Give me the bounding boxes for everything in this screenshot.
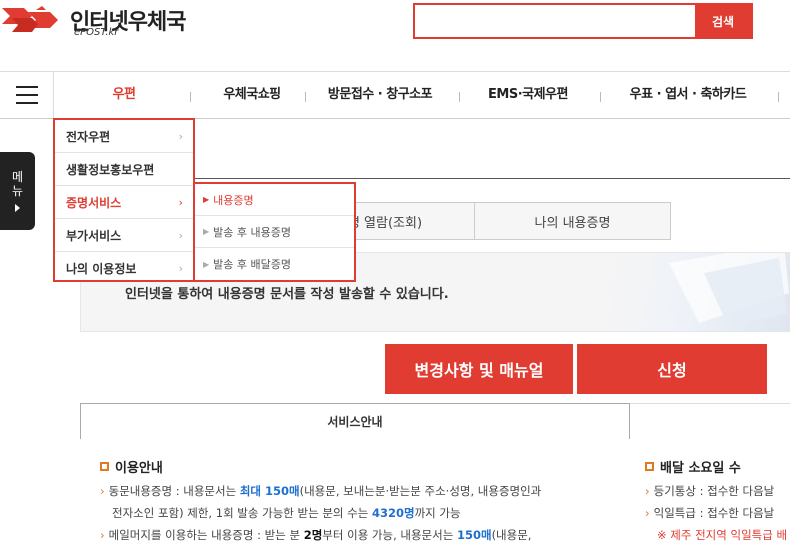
usage-highlight: 4320명 xyxy=(371,506,415,520)
gnb-tab-ems[interactable]: EMS·국제우편 xyxy=(478,72,578,118)
side-menu-label-1: 메 xyxy=(11,170,24,184)
tab-my-certification[interactable]: 나의 내용증명 xyxy=(474,202,671,240)
chevron-right-icon: › xyxy=(100,528,105,542)
submenu-item-label: 발송 후 배달증명 xyxy=(213,258,291,271)
tab-service-info[interactable]: 서비스안내 xyxy=(80,403,630,439)
side-menu-tab[interactable]: 메 뉴 xyxy=(0,152,35,230)
delivery-note: ※ 제주 전지역 익일특급 배 xyxy=(657,528,788,542)
usage-title-row: 이용안내 xyxy=(100,457,630,476)
menu-item-certification-service[interactable]: 증명서비스 › xyxy=(55,186,193,219)
chevron-right-icon: › xyxy=(100,484,105,498)
logo-subtitle: ePOST.kr xyxy=(74,27,119,38)
gnb-divider xyxy=(305,92,306,102)
menu-item-life-info-post[interactable]: 생활정보홍보우편 xyxy=(55,153,193,186)
menu-item-label: 전자우편 xyxy=(66,129,111,144)
dropdown-level1: 전자우편 › 생활정보홍보우편 증명서비스 › 부가서비스 › 나의 이용정보 › xyxy=(53,118,195,282)
usage-text: 동문내용증명 : 내용문서는 xyxy=(108,484,240,498)
banner-text: 인터넷을 통하여 내용증명 문서를 작성 발송할 수 있습니다. xyxy=(125,287,449,302)
side-menu-label-2: 뉴 xyxy=(11,184,24,198)
submenu-item-label: 내용증명 xyxy=(213,193,254,207)
dropdown-level2: ▶ 내용증명 ▶ 발송 후 내용증명 ▶ 발송 후 배달증명 xyxy=(193,182,356,282)
delivery-title-row: 배달 소요일 수 xyxy=(645,457,790,476)
gnb-tab-visit-pickup[interactable]: 방문접수 · 창구소포 xyxy=(320,72,440,118)
menu-item-label: 증명서비스 xyxy=(66,195,122,210)
square-bullet-icon xyxy=(100,462,109,471)
menu-item-my-usage-info[interactable]: 나의 이용정보 › xyxy=(55,252,193,285)
delivery-text: 등기통상 : 접수한 다음날 xyxy=(653,484,775,498)
usage-highlight: 최대 150매 xyxy=(239,484,300,498)
chevron-right-icon: › xyxy=(178,228,183,242)
chevron-right-icon: › xyxy=(178,195,183,209)
gnb-divider xyxy=(600,92,601,102)
delivery-line-2: › 익일특급 : 접수한 다음날 xyxy=(645,504,790,522)
triangle-right-icon: ▶ xyxy=(203,227,210,236)
menu-item-label: 부가서비스 xyxy=(66,228,122,243)
epost-logo-icon[interactable] xyxy=(2,4,64,36)
gnb-tab-post[interactable]: 우편 xyxy=(96,72,152,118)
search-input[interactable] xyxy=(415,5,697,37)
submenu-item-content-certification[interactable]: ▶ 내용증명 xyxy=(195,184,354,216)
delivery-title: 배달 소요일 수 xyxy=(660,461,741,476)
hamburger-menu-icon[interactable] xyxy=(0,72,54,118)
submenu-item-label: 발송 후 내용증명 xyxy=(213,225,291,239)
usage-line-1: › 동문내용증명 : 내용문서는 최대 150매(내용문, 보내는분·받는분 주소… xyxy=(100,482,630,500)
banner-illustration xyxy=(609,243,789,331)
gnb-tab-stamps[interactable]: 우표 · 엽서 · 축하카드 xyxy=(618,72,758,118)
gnb-divider xyxy=(190,92,191,102)
delivery-text: 익일특급 : 접수한 다음날 xyxy=(653,506,775,520)
usage-text: 까지 가능 xyxy=(414,506,461,520)
chevron-right-icon: › xyxy=(178,262,183,275)
usage-line-2: 전자소인 포함) 제한, 1회 발송 가능한 받는 분의 수는 4320명까지 … xyxy=(100,504,630,522)
usage-text: 메일머지를 이용하는 내용증명 : 받는 분 xyxy=(108,528,304,542)
delivery-line-1: › 등기통상 : 접수한 다음날 xyxy=(645,482,790,500)
service-tab-bar: 서비스안내 xyxy=(80,403,790,439)
usage-text: 부터 이용 가능, 내용문서는 xyxy=(322,528,457,542)
search-box: 검색 xyxy=(413,3,753,39)
usage-text: (내용문, xyxy=(491,528,532,542)
gnb-tab-shopping[interactable]: 우체국쇼핑 xyxy=(210,72,294,118)
submenu-item-post-send-content-cert[interactable]: ▶ 발송 후 내용증명 xyxy=(195,216,354,248)
chevron-right-icon: › xyxy=(645,484,650,498)
usage-highlight: 2명 xyxy=(303,528,323,542)
usage-line-3: › 메일머지를 이용하는 내용증명 : 받는 분 2명부터 이용 가능, 내용문서… xyxy=(100,526,630,544)
menu-item-e-mail-post[interactable]: 전자우편 › xyxy=(55,120,193,153)
chevron-right-icon: › xyxy=(178,129,183,143)
post-dropdown-menu: 전자우편 › 생활정보홍보우편 증명서비스 › 부가서비스 › 나의 이용정보 › ▶ 내… xyxy=(53,118,356,282)
menu-item-additional-service[interactable]: 부가서비스 › xyxy=(55,219,193,252)
submenu-item-post-send-delivery-cert[interactable]: ▶ 발송 후 배달증명 xyxy=(195,248,354,280)
usage-section: 이용안내 › 동문내용증명 : 내용문서는 최대 150매(내용문, 보내는분·받… xyxy=(100,457,630,544)
delivery-section: 배달 소요일 수 › 등기통상 : 접수한 다음날 › 익일특급 : 접수한 다음날… xyxy=(645,457,790,544)
usage-title: 이용안내 xyxy=(115,461,163,476)
usage-text: 전자소인 포함) 제한, 1회 발송 가능한 받는 분의 수는 xyxy=(112,506,372,520)
changes-manual-button[interactable]: 변경사항 및 매뉴얼 xyxy=(385,344,573,394)
search-button[interactable]: 검색 xyxy=(695,5,751,37)
gnb-divider xyxy=(459,92,460,102)
square-bullet-icon xyxy=(645,462,654,471)
gnb-divider xyxy=(778,92,779,102)
menu-item-label: 생활정보홍보우편 xyxy=(66,162,155,177)
usage-highlight: 150매 xyxy=(456,528,492,542)
global-nav: 우편 우체국쇼핑 방문접수 · 창구소포 EMS·국제우편 우표 · 엽서 · … xyxy=(0,71,790,119)
triangle-right-icon: ▶ xyxy=(203,195,210,204)
menu-item-label: 나의 이용정보 xyxy=(66,262,137,276)
triangle-right-icon: ▶ xyxy=(203,259,210,269)
tab-secondary[interactable] xyxy=(630,403,790,439)
chevron-right-icon: › xyxy=(645,506,650,520)
arrow-right-icon xyxy=(15,204,20,212)
apply-button[interactable]: 신청 xyxy=(577,344,767,394)
usage-text: (내용문, 보내는분·받는분 주소·성명, 내용증명인과 xyxy=(299,484,542,498)
